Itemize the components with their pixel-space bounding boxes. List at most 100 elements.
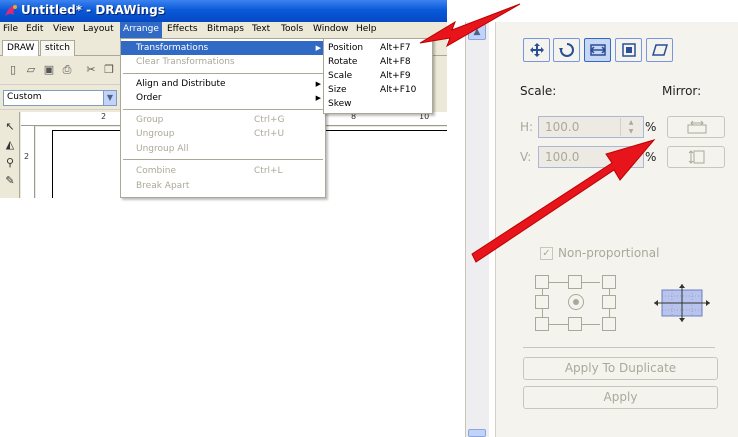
menu-item-label: Rotate xyxy=(328,57,358,67)
scroll-up-icon[interactable]: ▲ xyxy=(468,24,486,40)
print-icon[interactable]: ⎙ xyxy=(60,63,74,77)
zoom-tool-icon[interactable]: ⚲ xyxy=(3,156,17,170)
menu-item-transformations[interactable]: Transformations ▶ xyxy=(121,41,325,55)
save-icon[interactable]: ▣ xyxy=(42,63,56,77)
skew-mode-button[interactable] xyxy=(646,38,673,62)
anchor-middle-right[interactable] xyxy=(602,295,616,309)
menu-effects[interactable]: Effects xyxy=(167,24,198,34)
menu-separator xyxy=(123,109,323,110)
size-mode-button[interactable] xyxy=(615,38,642,62)
size-icon xyxy=(622,43,636,57)
menu-item-scale[interactable]: Scale Alt+F9 xyxy=(324,69,432,83)
menu-edit[interactable]: Edit xyxy=(26,24,43,34)
menu-item-align-distribute[interactable]: Align and Distribute ▶ xyxy=(121,77,325,91)
menu-item-break-apart[interactable]: Break Apart xyxy=(121,179,325,193)
scroll-down-button[interactable] xyxy=(468,429,486,437)
mirror-vertical-button[interactable] xyxy=(667,146,725,168)
anchor-top-left[interactable] xyxy=(535,275,549,289)
cut-icon[interactable]: ✂ xyxy=(84,63,98,77)
spin-up-icon[interactable]: ▲ xyxy=(621,118,641,127)
apply-to-duplicate-button[interactable]: Apply To Duplicate xyxy=(523,357,718,380)
menu-item-order[interactable]: Order ▶ xyxy=(121,91,325,105)
docker-scrollbar[interactable] xyxy=(465,22,489,437)
menu-item-label: Group xyxy=(136,115,164,125)
position-mode-button[interactable] xyxy=(523,38,550,62)
v-unit: % xyxy=(645,150,657,164)
rotate-icon xyxy=(559,43,574,57)
anchor-center-radio[interactable] xyxy=(568,294,584,310)
property-bar: Custom ▼ xyxy=(0,86,120,110)
menu-view[interactable]: View xyxy=(53,24,74,34)
anchor-bottom-center[interactable] xyxy=(568,317,582,331)
menu-item-label: Combine xyxy=(136,166,177,176)
menu-shortcut: Alt+F9 xyxy=(380,71,411,81)
chevron-down-icon[interactable]: ▼ xyxy=(103,91,116,105)
menu-help[interactable]: Help xyxy=(356,24,377,34)
submenu-arrow-icon: ▶ xyxy=(315,94,321,102)
anchor-top-right[interactable] xyxy=(602,275,616,289)
menu-window[interactable]: Window xyxy=(313,24,349,34)
menu-arrange[interactable]: Arrange xyxy=(120,22,162,38)
v-scale-value: 100.0 xyxy=(545,150,580,164)
scale-icon xyxy=(589,44,607,56)
menu-bitmaps[interactable]: Bitmaps xyxy=(207,24,244,34)
transformations-submenu: Position Alt+F7 Rotate Alt+F8 Scale Alt+… xyxy=(323,38,433,114)
menu-item-position[interactable]: Position Alt+F7 xyxy=(324,41,432,55)
menu-text[interactable]: Text xyxy=(252,24,270,34)
preset-select[interactable]: Custom ▼ xyxy=(3,90,117,106)
anchor-bottom-right[interactable] xyxy=(602,317,616,331)
menu-item-group[interactable]: Group Ctrl+G xyxy=(121,113,325,127)
menu-item-combine[interactable]: Combine Ctrl+L xyxy=(121,164,325,178)
menu-file[interactable]: File xyxy=(3,24,18,34)
arrange-menu: Transformations ▶ Clear Transformations … xyxy=(120,38,326,198)
submenu-arrow-icon: ▶ xyxy=(315,44,321,52)
apply-button[interactable]: Apply xyxy=(523,386,718,409)
menu-item-label: Size xyxy=(328,85,347,95)
scale-mode-button[interactable] xyxy=(584,38,611,62)
menu-item-ungroup-all[interactable]: Ungroup All xyxy=(121,142,325,156)
menu-item-size[interactable]: Size Alt+F10 xyxy=(324,83,432,97)
tab-stitch[interactable]: stitch xyxy=(40,40,75,56)
menu-item-ungroup[interactable]: Ungroup Ctrl+U xyxy=(121,127,325,141)
mirror-horizontal-icon xyxy=(687,120,707,134)
menu-shortcut: Alt+F7 xyxy=(380,43,411,53)
copy-icon[interactable]: ❐ xyxy=(102,63,116,77)
mirror-vertical-icon xyxy=(688,150,705,164)
new-file-icon[interactable]: ▯ xyxy=(6,63,20,77)
h-unit: % xyxy=(645,120,657,134)
mirror-label: Mirror: xyxy=(662,84,702,98)
skew-icon xyxy=(651,44,669,56)
mirror-horizontal-button[interactable] xyxy=(667,116,725,138)
preset-value: Custom xyxy=(7,92,42,102)
freehand-tool-icon[interactable]: ✎ xyxy=(3,174,17,188)
menu-item-label: Order xyxy=(136,93,162,103)
menu-shortcut: Ctrl+G xyxy=(254,115,285,125)
window-title: Untitled* - DRAWings xyxy=(21,3,165,17)
tab-draw[interactable]: DRAW xyxy=(2,40,40,56)
menu-tools[interactable]: Tools xyxy=(281,24,303,34)
rotate-mode-button[interactable] xyxy=(553,38,580,62)
non-proportional-checkbox[interactable]: ✓ xyxy=(540,247,553,260)
menu-item-rotate[interactable]: Rotate Alt+F8 xyxy=(324,55,432,69)
menu-separator xyxy=(123,159,323,160)
menu-item-skew[interactable]: Skew xyxy=(324,97,432,111)
h-scale-field[interactable]: 100.0 ▲ ▼ xyxy=(538,116,644,138)
menu-layout[interactable]: Layout xyxy=(83,24,114,34)
pick-tool-icon[interactable]: ↖ xyxy=(3,120,17,134)
h-spinner[interactable]: ▲ ▼ xyxy=(620,118,642,136)
menu-shortcut: Ctrl+U xyxy=(254,129,285,139)
anchor-middle-left[interactable] xyxy=(535,295,549,309)
menu-bar: File Edit View Layout Arrange Effects Bi… xyxy=(0,22,447,38)
menu-item-label: Align and Distribute xyxy=(136,79,226,89)
spin-down-icon[interactable]: ▼ xyxy=(621,127,641,136)
menu-item-label: Scale xyxy=(328,71,353,81)
shape-tool-icon[interactable]: ◭ xyxy=(3,138,17,152)
anchor-bottom-left[interactable] xyxy=(535,317,549,331)
move-icon xyxy=(530,43,544,57)
v-scale-field[interactable]: 100.0 xyxy=(538,146,644,168)
menu-item-clear-transformations[interactable]: Clear Transformations xyxy=(121,55,325,69)
vertical-ruler: 2 xyxy=(21,126,35,198)
title-bar: Untitled* - DRAWings xyxy=(0,0,447,22)
open-file-icon[interactable]: ▱ xyxy=(24,63,38,77)
anchor-top-center[interactable] xyxy=(568,275,582,289)
